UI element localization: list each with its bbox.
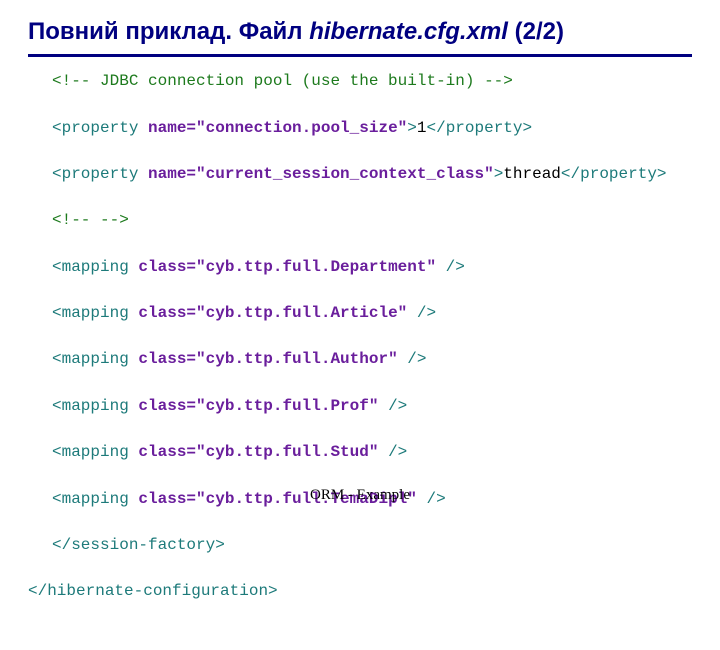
tag-open: <mapping [52, 350, 138, 368]
tag-close: > [407, 119, 417, 137]
tag-open: <mapping [52, 258, 138, 276]
title-suffix: (2/2) [508, 18, 564, 45]
attr-name: class= [138, 258, 196, 276]
slide-title: Повний приклад. Файл hibernate.cfg.xml (… [28, 18, 692, 46]
tag-open: <mapping [52, 443, 138, 461]
attr-name: class= [138, 304, 196, 322]
slide: Повний приклад. Файл hibernate.cfg.xml (… [0, 0, 720, 540]
attr-value: "cyb.ttp.full.Department" [196, 258, 436, 276]
slide-footer: ORM - Example [0, 487, 720, 504]
title-prefix: Повний приклад. Файл [28, 18, 309, 45]
attr-value: "cyb.ttp.full.Article" [196, 304, 407, 322]
attr-value: "cyb.ttp.full.Stud" [196, 443, 378, 461]
tag-end: </session-factory> [52, 536, 225, 554]
attr-value: "cyb.ttp.full.Prof" [196, 397, 378, 415]
attr-value: "connection.pool_size" [196, 119, 407, 137]
attr-name: class= [138, 397, 196, 415]
tag-open: <mapping [52, 304, 138, 322]
tag-close: /> [407, 304, 436, 322]
code-comment: <!-- JDBC connection pool (use the built… [52, 72, 513, 90]
tag-end: </property> [561, 165, 667, 183]
tag-close: > [494, 165, 504, 183]
tag-close: /> [436, 258, 465, 276]
attr-value: "current_session_context_class" [196, 165, 494, 183]
tag-open: <mapping [52, 397, 138, 415]
tag-close: /> [378, 397, 407, 415]
tag-end: </property> [426, 119, 532, 137]
attr-name: class= [138, 443, 196, 461]
attr-name: class= [138, 350, 196, 368]
tag-open: <property [52, 119, 148, 137]
attr-name: name= [148, 165, 196, 183]
code-block: <!-- JDBC connection pool (use the built… [28, 47, 692, 650]
tag-end: </hibernate-configuration> [28, 582, 278, 600]
tag-close: /> [398, 350, 427, 368]
text-node: thread [503, 165, 561, 183]
attr-value: "cyb.ttp.full.Author" [196, 350, 398, 368]
title-filename: hibernate.cfg.xml [309, 18, 508, 45]
tag-close: /> [378, 443, 407, 461]
tag-open: <property [52, 165, 148, 183]
code-comment: <!-- --> [52, 211, 129, 229]
attr-name: name= [148, 119, 196, 137]
